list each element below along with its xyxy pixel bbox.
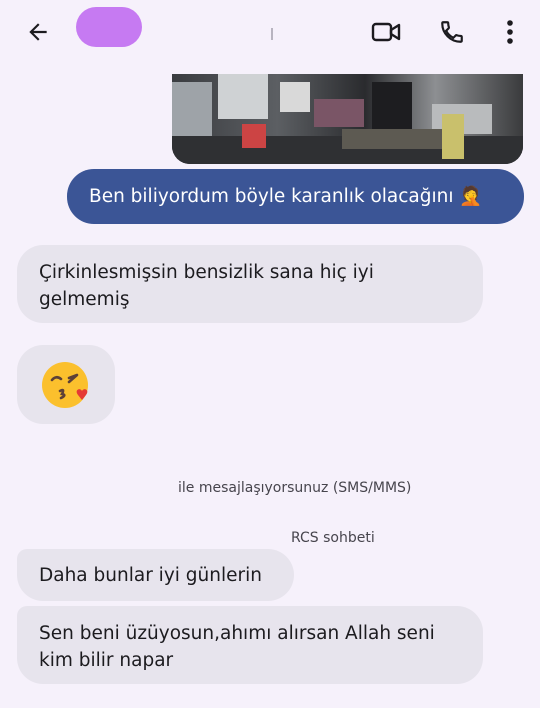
top-app-bar bbox=[0, 0, 540, 64]
photo-region bbox=[342, 129, 452, 149]
received-message[interactable]: Çirkinlesmişsin bensizlik sana hiç iyi g… bbox=[17, 245, 483, 323]
photo-region bbox=[242, 124, 266, 148]
back-button[interactable] bbox=[18, 14, 58, 50]
phone-icon bbox=[441, 21, 463, 43]
conversation-type-info: ile mesajlaşıyorsunuz (SMS/MMS) bbox=[178, 480, 411, 496]
video-call-button[interactable] bbox=[366, 14, 406, 50]
photo-region bbox=[218, 74, 268, 119]
more-options-button[interactable] bbox=[490, 14, 530, 50]
contact-avatar[interactable] bbox=[76, 7, 142, 47]
received-message[interactable]: Sen beni üzüyosun,ahımı alırsan Allah se… bbox=[17, 606, 483, 684]
message-text: Ben biliyordum böyle karanlık olacağını … bbox=[89, 186, 483, 207]
photo-region bbox=[172, 82, 212, 142]
photo-region bbox=[442, 114, 464, 159]
photo-region bbox=[314, 99, 364, 127]
photo-region bbox=[280, 82, 310, 112]
rcs-chat-info: RCS sohbeti bbox=[291, 530, 375, 546]
contact-name-fragment bbox=[271, 28, 273, 40]
contact-name[interactable] bbox=[152, 20, 252, 40]
face-blowing-kiss-icon bbox=[42, 361, 88, 408]
message-text: Sen beni üzüyosun,ahımı alırsan Allah se… bbox=[39, 623, 435, 671]
message-text: Çirkinlesmişsin bensizlik sana hiç iyi g… bbox=[39, 262, 374, 310]
arrow-left-icon bbox=[29, 23, 47, 41]
video-camera-icon bbox=[371, 22, 401, 42]
more-vertical-icon bbox=[507, 20, 513, 44]
received-message[interactable]: Daha bunlar iyi günlerin bbox=[17, 549, 294, 601]
photo-region bbox=[372, 82, 412, 132]
received-emoji-message[interactable] bbox=[17, 345, 115, 424]
info-text: RCS sohbeti bbox=[291, 530, 375, 546]
message-text: Daha bunlar iyi günlerin bbox=[39, 565, 262, 586]
voice-call-button[interactable] bbox=[432, 14, 472, 50]
sent-message[interactable]: Ben biliyordum böyle karanlık olacağını … bbox=[67, 169, 524, 224]
info-text: ile mesajlaşıyorsunuz (SMS/MMS) bbox=[178, 480, 412, 496]
photo-message[interactable] bbox=[172, 74, 523, 164]
